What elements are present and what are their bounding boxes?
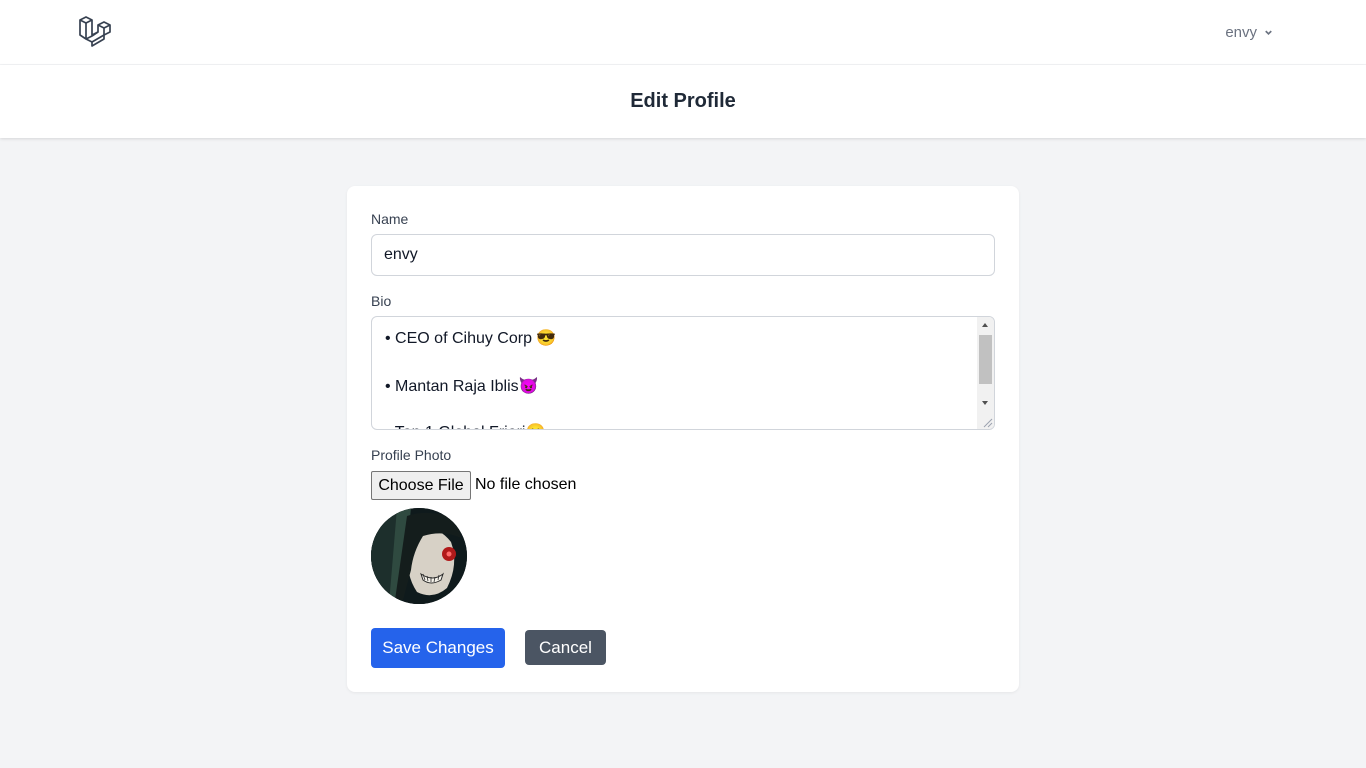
bio-line: • Top 1 Global Frieri😊 xyxy=(385,422,545,429)
top-navigation: envy xyxy=(0,0,1366,65)
bio-scrollbar[interactable] xyxy=(977,317,994,429)
name-input[interactable] xyxy=(371,234,995,276)
file-status-text: No file chosen xyxy=(475,476,577,493)
bio-line: • CEO of Cihuy Corp 😎 xyxy=(385,330,557,347)
edit-profile-card: Name Bio • CEO of Cihuy Corp 😎 • Mantan … xyxy=(347,186,1019,692)
name-label: Name xyxy=(371,211,409,227)
page-header: Edit Profile xyxy=(0,65,1366,138)
scroll-up-arrow-icon[interactable] xyxy=(977,317,994,333)
cancel-button[interactable]: Cancel xyxy=(525,630,606,665)
resize-grip-icon[interactable] xyxy=(982,417,993,428)
user-menu-dropdown[interactable]: envy xyxy=(1225,22,1274,42)
scrollbar-thumb[interactable] xyxy=(979,335,992,384)
chevron-down-icon xyxy=(1265,30,1272,35)
scroll-down-arrow-icon[interactable] xyxy=(977,395,994,411)
avatar-image xyxy=(371,508,467,604)
bio-textarea[interactable]: • CEO of Cihuy Corp 😎 • Mantan Raja Ibli… xyxy=(371,316,995,430)
save-changes-button[interactable]: Save Changes xyxy=(371,628,505,668)
laravel-logo-icon[interactable] xyxy=(78,15,112,49)
user-name: envy xyxy=(1225,23,1257,41)
profile-photo-label: Profile Photo xyxy=(371,447,452,463)
choose-file-button[interactable]: Choose File xyxy=(371,471,471,500)
page-title: Edit Profile xyxy=(630,90,736,112)
bio-label: Bio xyxy=(371,293,392,309)
bio-line: • Mantan Raja Iblis😈 xyxy=(385,378,539,395)
profile-avatar xyxy=(371,508,467,604)
